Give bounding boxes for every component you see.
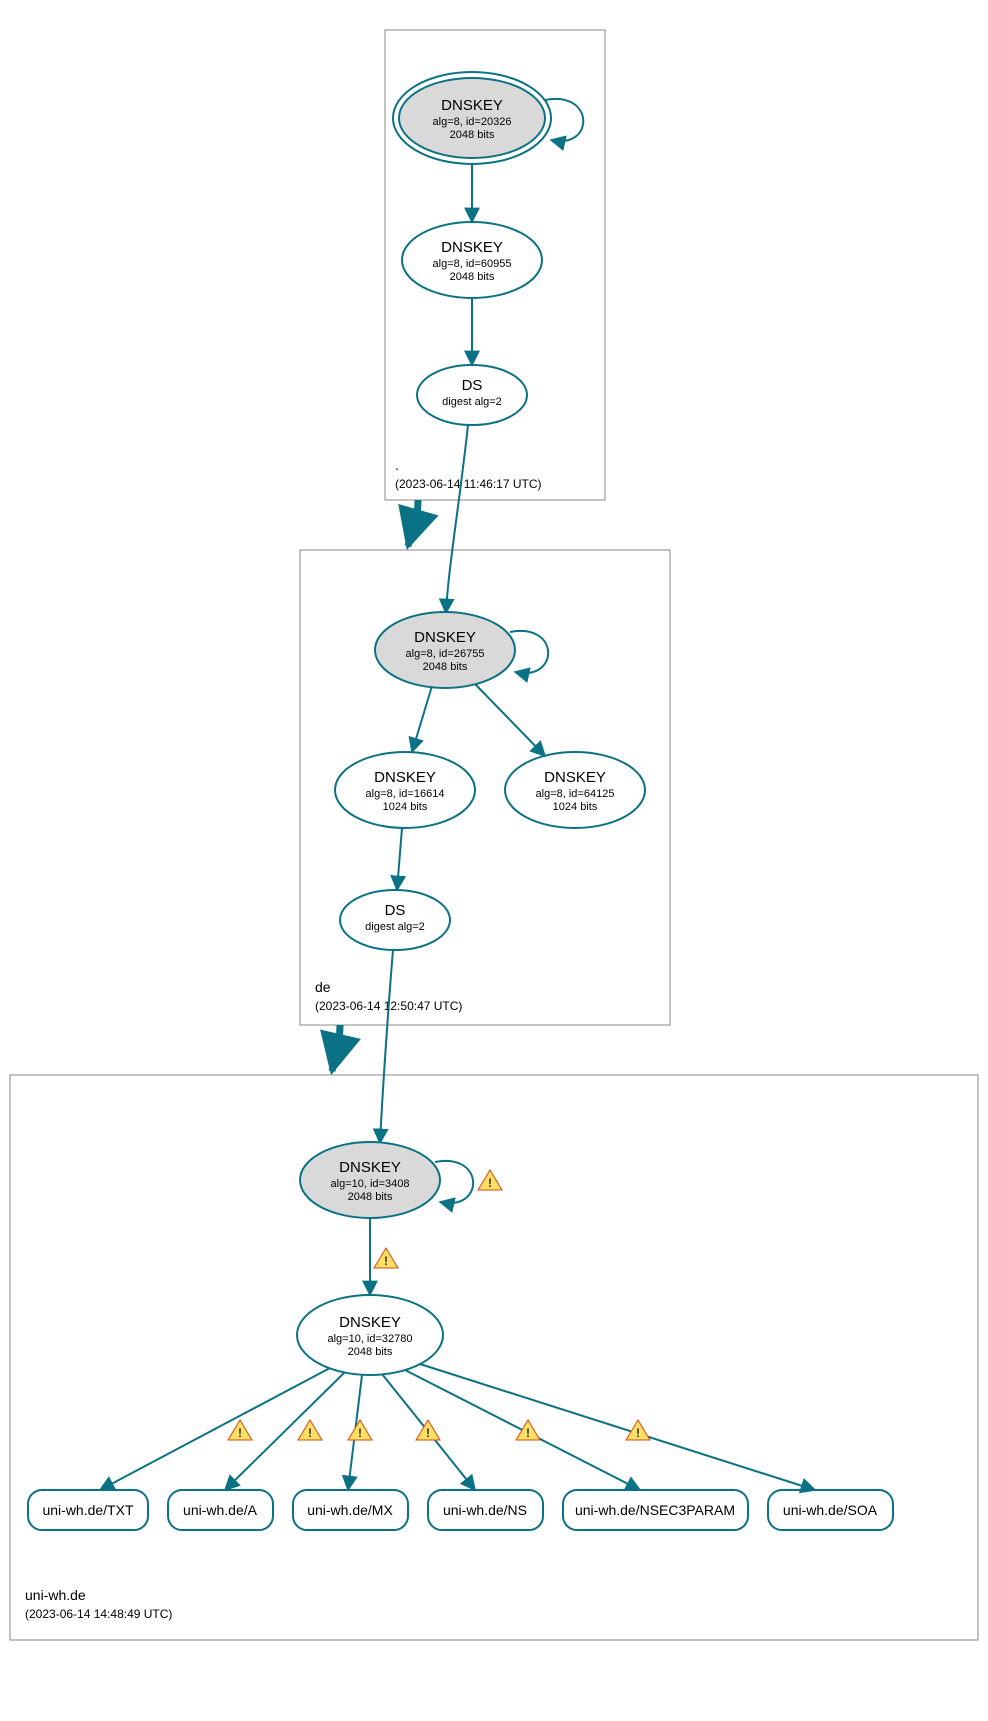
svg-text:2048 bits: 2048 bits <box>450 271 495 283</box>
zone-de-name: de <box>315 979 331 995</box>
svg-text:digest alg=2: digest alg=2 <box>365 921 425 933</box>
svg-text:DNSKEY: DNSKEY <box>339 1314 401 1331</box>
svg-text:uni-wh.de/A: uni-wh.de/A <box>183 1502 258 1518</box>
svg-text:alg=8, id=20326: alg=8, id=20326 <box>433 116 512 128</box>
node-leaf-zsk[interactable]: DNSKEY alg=10, id=32780 2048 bits <box>297 1295 443 1375</box>
warning-icon: ! <box>228 1420 252 1440</box>
svg-text:!: ! <box>308 1426 312 1440</box>
rr-ns[interactable]: uni-wh.de/NS <box>428 1490 543 1530</box>
svg-text:!: ! <box>384 1254 388 1268</box>
rr-soa[interactable]: uni-wh.de/SOA <box>768 1490 893 1530</box>
node-de-zsk1[interactable]: DNSKEY alg=8, id=16614 1024 bits <box>335 752 475 828</box>
svg-text:uni-wh.de/SOA: uni-wh.de/SOA <box>783 1502 878 1518</box>
warning-icon: ! <box>516 1420 540 1440</box>
svg-text:!: ! <box>358 1426 362 1440</box>
svg-text:1024 bits: 1024 bits <box>553 801 598 813</box>
warning-icon: ! <box>416 1420 440 1440</box>
svg-text:alg=8, id=26755: alg=8, id=26755 <box>406 648 485 660</box>
edge-de-ksk-zsk1 <box>412 686 432 752</box>
svg-text:DNSKEY: DNSKEY <box>374 769 436 786</box>
zone-leaf-box <box>10 1075 978 1640</box>
svg-text:alg=10, id=3408: alg=10, id=3408 <box>331 1178 410 1190</box>
zone-leaf-date: (2023-06-14 14:48:49 UTC) <box>25 1607 172 1621</box>
zone-root-date: (2023-06-14 11:46:17 UTC) <box>395 477 542 491</box>
rr-mx[interactable]: uni-wh.de/MX <box>293 1490 408 1530</box>
node-leaf-ksk[interactable]: DNSKEY alg=10, id=3408 2048 bits <box>300 1142 440 1218</box>
edge-de-ds-leafksk <box>380 950 393 1143</box>
svg-text:DNSKEY: DNSKEY <box>441 239 503 256</box>
svg-text:digest alg=2: digest alg=2 <box>442 396 502 408</box>
warning-icon: ! <box>298 1420 322 1440</box>
svg-text:DS: DS <box>385 902 406 919</box>
svg-text:DNSKEY: DNSKEY <box>441 97 503 114</box>
svg-text:alg=8, id=16614: alg=8, id=16614 <box>366 788 445 800</box>
node-de-ds[interactable]: DS digest alg=2 <box>340 890 450 950</box>
warning-icon: ! <box>348 1420 372 1440</box>
svg-text:alg=8, id=60955: alg=8, id=60955 <box>433 258 512 270</box>
svg-text:alg=8, id=64125: alg=8, id=64125 <box>536 788 615 800</box>
svg-text:1024 bits: 1024 bits <box>383 801 428 813</box>
svg-text:!: ! <box>526 1426 530 1440</box>
svg-text:!: ! <box>238 1426 242 1440</box>
rr-a[interactable]: uni-wh.de/A <box>168 1490 273 1530</box>
rr-txt[interactable]: uni-wh.de/TXT <box>28 1490 148 1530</box>
svg-text:!: ! <box>426 1426 430 1440</box>
rr-nsec3param[interactable]: uni-wh.de/NSEC3PARAM <box>563 1490 748 1530</box>
svg-text:DNSKEY: DNSKEY <box>544 769 606 786</box>
node-de-ksk[interactable]: DNSKEY alg=8, id=26755 2048 bits <box>375 612 515 688</box>
edge-root-ds-deksk <box>446 425 468 613</box>
zone-root-name: . <box>395 457 399 473</box>
svg-text:2048 bits: 2048 bits <box>348 1346 393 1358</box>
svg-text:DNSKEY: DNSKEY <box>339 1159 401 1176</box>
svg-text:alg=10, id=32780: alg=10, id=32780 <box>327 1333 412 1345</box>
dnssec-diagram: . (2023-06-14 11:46:17 UTC) de (2023-06-… <box>0 0 988 1721</box>
node-de-zsk2[interactable]: DNSKEY alg=8, id=64125 1024 bits <box>505 752 645 828</box>
svg-text:2048 bits: 2048 bits <box>423 661 468 673</box>
svg-text:uni-wh.de/TXT: uni-wh.de/TXT <box>42 1502 133 1518</box>
edge-root-to-de <box>408 500 418 546</box>
svg-text:DS: DS <box>462 377 483 394</box>
node-root-ds[interactable]: DS digest alg=2 <box>417 365 527 425</box>
svg-text:!: ! <box>488 1176 492 1190</box>
svg-text:uni-wh.de/MX: uni-wh.de/MX <box>307 1502 393 1518</box>
edge-de-zsk1-ds <box>397 828 402 890</box>
svg-text:uni-wh.de/NS: uni-wh.de/NS <box>443 1502 527 1518</box>
svg-text:!: ! <box>636 1426 640 1440</box>
zone-leaf-name: uni-wh.de <box>25 1587 86 1603</box>
node-root-ksk[interactable]: DNSKEY alg=8, id=20326 2048 bits <box>393 72 551 164</box>
svg-text:DNSKEY: DNSKEY <box>414 629 476 646</box>
warning-icon: ! <box>374 1248 398 1268</box>
edge-de-to-leaf <box>332 1025 340 1071</box>
svg-text:2048 bits: 2048 bits <box>450 129 495 141</box>
warning-icon: ! <box>478 1170 502 1190</box>
edge-de-ksk-zsk2 <box>475 684 545 756</box>
svg-text:2048 bits: 2048 bits <box>348 1191 393 1203</box>
svg-text:uni-wh.de/NSEC3PARAM: uni-wh.de/NSEC3PARAM <box>575 1502 735 1518</box>
node-root-zsk[interactable]: DNSKEY alg=8, id=60955 2048 bits <box>402 222 542 298</box>
